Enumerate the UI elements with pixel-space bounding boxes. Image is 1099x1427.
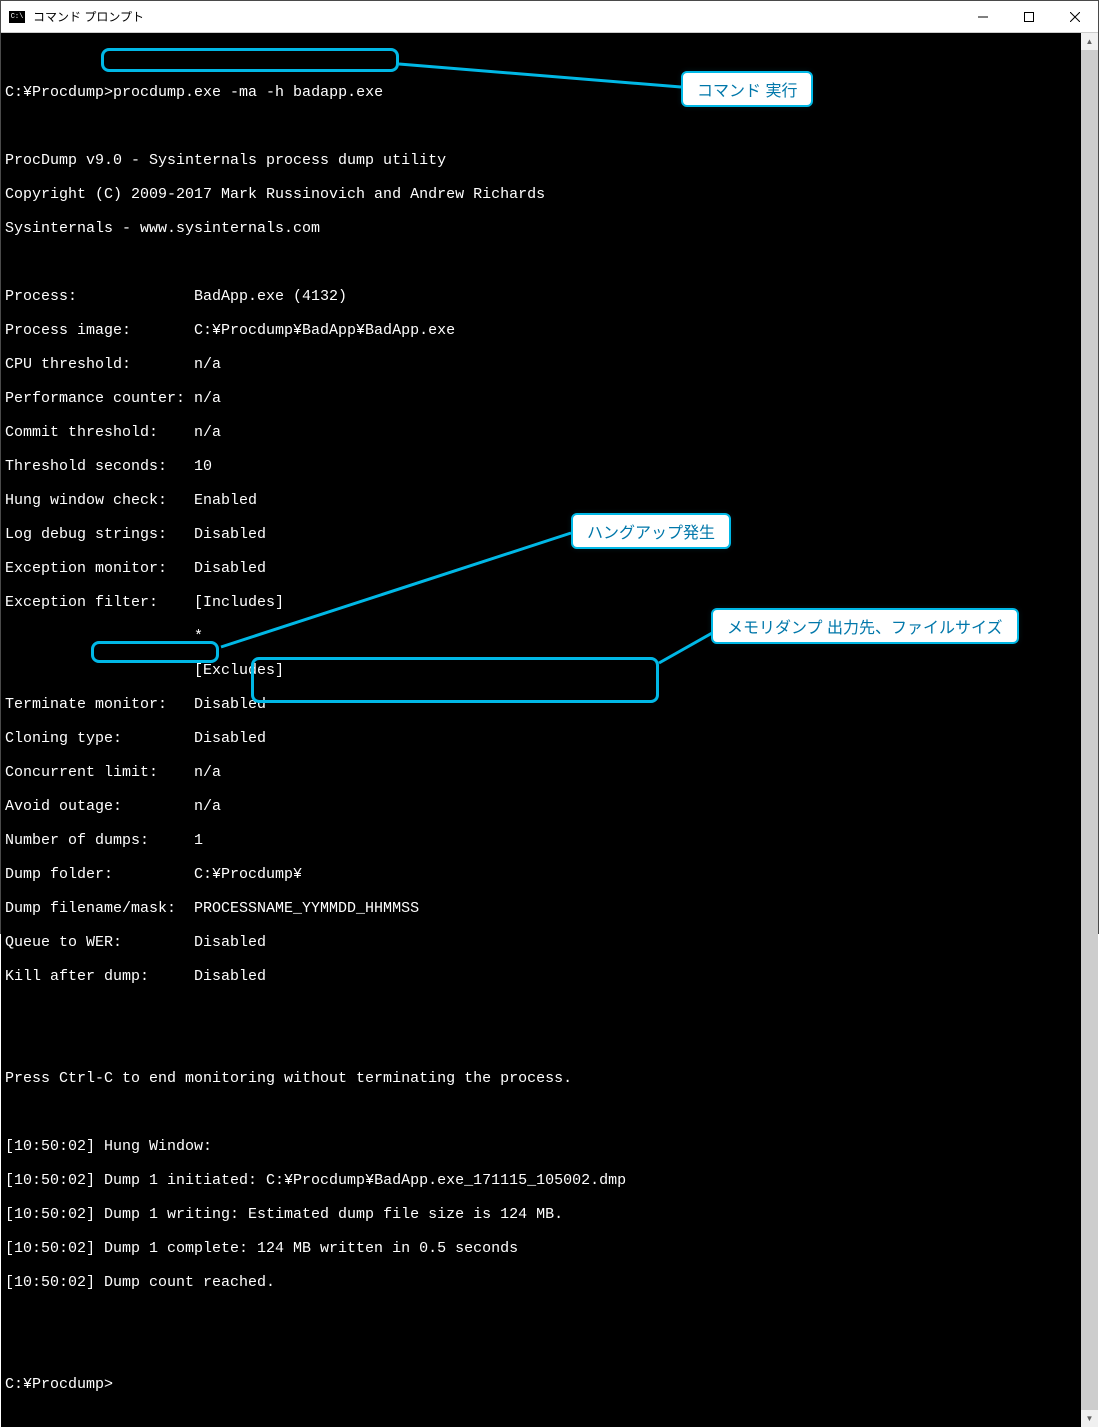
log-hung: Hung Window: — [95, 1138, 212, 1155]
log-count: Dump count reached. — [95, 1274, 275, 1291]
log-timestamp: [10:50:02] — [5, 1206, 95, 1223]
log-timestamp: [10:50:02] — [5, 1274, 95, 1291]
callout-dump: メモリダンプ 出力先、ファイルサイズ — [711, 608, 1019, 644]
log-timestamp: [10:50:02] — [5, 1240, 95, 1257]
scroll-track[interactable] — [1081, 50, 1098, 1410]
info-line: Queue to WER: Disabled — [5, 934, 1081, 951]
hint-line: Press Ctrl-C to end monitoring without t… — [5, 1070, 1081, 1087]
maximize-button[interactable] — [1006, 1, 1052, 33]
final-prompt: C:¥Procdump> — [5, 1376, 1081, 1393]
cmd-icon — [9, 11, 25, 23]
info-line: Kill after dump: Disabled — [5, 968, 1081, 985]
info-line: Exception monitor: Disabled — [5, 560, 1081, 577]
info-line: Commit threshold: n/a — [5, 424, 1081, 441]
prompt-path: C:¥Procdump> — [5, 84, 113, 101]
info-line: Performance counter: n/a — [5, 390, 1081, 407]
info-line: Hung window check: Enabled — [5, 492, 1081, 509]
log-init-path: C:¥Procdump¥BadApp.exe_171115_105002.dmp — [266, 1172, 626, 1189]
info-line: Dump filename/mask: PROCESSNAME_YYMMDD_H… — [5, 900, 1081, 917]
log-timestamp: [10:50:02] — [5, 1138, 95, 1155]
banner-line: Copyright (C) 2009-2017 Mark Russinovich… — [5, 186, 1081, 203]
log-timestamp: [10:50:02] — [5, 1172, 95, 1189]
info-line: Dump folder: C:¥Procdump¥ — [5, 866, 1081, 883]
log-complete: Dump 1 complete: 124 MB written in 0.5 s… — [95, 1240, 518, 1257]
info-line: Number of dumps: 1 — [5, 832, 1081, 849]
banner-line: ProcDump v9.0 - Sysinternals process dum… — [5, 152, 1081, 169]
log-writing: Dump 1 writing: Estimated dump file size… — [95, 1206, 563, 1223]
callout-hangup: ハングアップ発生 — [571, 513, 731, 549]
info-line: Process image: C:¥Procdump¥BadApp¥BadApp… — [5, 322, 1081, 339]
banner-line: Sysinternals - www.sysinternals.com — [5, 220, 1081, 237]
minimize-button[interactable] — [960, 1, 1006, 33]
info-line: CPU threshold: n/a — [5, 356, 1081, 373]
info-line: Log debug strings: Disabled — [5, 526, 1081, 543]
log-init-pre: Dump 1 initiated: — [95, 1172, 266, 1189]
info-line: Terminate monitor: Disabled — [5, 696, 1081, 713]
info-line: Concurrent limit: n/a — [5, 764, 1081, 781]
titlebar[interactable]: コマンド プロンプト — [1, 1, 1098, 33]
window-title: コマンド プロンプト — [33, 8, 144, 25]
scroll-down-arrow[interactable]: ▼ — [1081, 1410, 1098, 1427]
command-prompt-window: コマンド プロンプト C:¥Procdump>procdump.exe -ma … — [0, 0, 1099, 934]
info-line: Cloning type: Disabled — [5, 730, 1081, 747]
info-line: Avoid outage: n/a — [5, 798, 1081, 815]
terminal-output[interactable]: C:¥Procdump>procdump.exe -ma -h badapp.e… — [1, 33, 1081, 1427]
info-line: Process: BadApp.exe (4132) — [5, 288, 1081, 305]
info-line: Threshold seconds: 10 — [5, 458, 1081, 475]
close-button[interactable] — [1052, 1, 1098, 33]
callout-command: コマンド 実行 — [681, 71, 813, 107]
scroll-thumb[interactable] — [1081, 50, 1098, 1410]
command-text: procdump.exe -ma -h badapp.exe — [113, 84, 383, 101]
content-area: C:¥Procdump>procdump.exe -ma -h badapp.e… — [1, 33, 1098, 1427]
scroll-up-arrow[interactable]: ▲ — [1081, 33, 1098, 50]
vertical-scrollbar[interactable]: ▲ ▼ — [1081, 33, 1098, 1427]
info-line: [Excludes] — [5, 662, 1081, 679]
